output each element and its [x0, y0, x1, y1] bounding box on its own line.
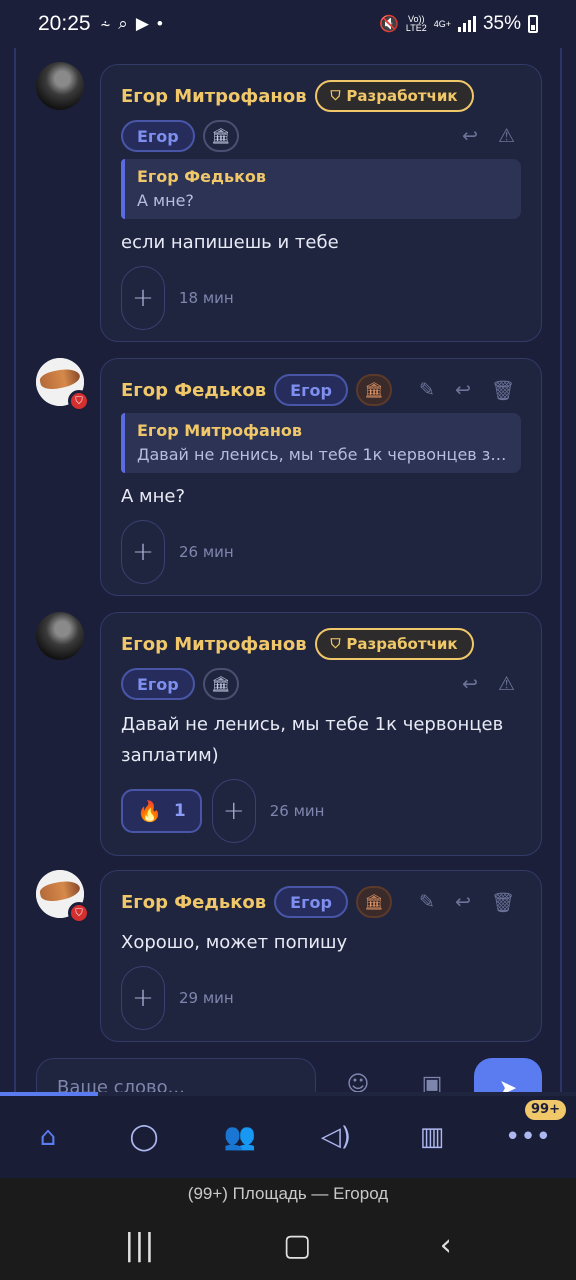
reply-icon[interactable]: ↩: [455, 379, 471, 401]
message-card: Егор Митрофанов ⛉ Разработчик Егор 🏛 ↩ ⚠ …: [100, 64, 542, 342]
report-icon[interactable]: ⚠: [498, 673, 515, 695]
reaction-count: 1: [173, 801, 186, 821]
battery-percent: 35%: [482, 13, 521, 34]
avatar[interactable]: ⛉: [36, 870, 90, 924]
message-time: 26 мин: [179, 543, 234, 561]
bank-icon[interactable]: 🏛: [202, 668, 239, 700]
status-time: 20:25: [38, 12, 91, 35]
nav-map[interactable]: ▥: [384, 1096, 480, 1178]
delete-icon[interactable]: 🗑: [491, 379, 515, 402]
author-name[interactable]: Егор Митрофанов: [121, 86, 307, 107]
report-icon[interactable]: ⚠: [498, 125, 515, 147]
nav-announcements[interactable]: ◁): [288, 1096, 384, 1178]
bank-icon[interactable]: 🏛: [202, 120, 239, 152]
add-reaction-button[interactable]: +: [121, 966, 165, 1030]
status-bar: 20:25 ⸞ ⌕ ▶ • 🔇 Vo)) LTE2 4G+ 35%: [0, 0, 576, 48]
author-name[interactable]: Егор Федьков: [121, 892, 266, 913]
add-reaction-button[interactable]: +: [121, 520, 165, 584]
chat-icon: ◯: [129, 1122, 159, 1152]
author-name[interactable]: Егор Федьков: [121, 380, 266, 401]
quoted-message[interactable]: Егор Митрофанов Давай не ленись, мы тебе…: [121, 413, 521, 473]
message-text: Хорошо, может попишу: [121, 932, 348, 953]
message-text: если напишешь и тебе: [121, 232, 339, 253]
reply-icon[interactable]: ↩: [462, 673, 478, 695]
nav-people[interactable]: 👥: [192, 1096, 288, 1178]
volte-indicator: Vo)) LTE2: [405, 14, 427, 33]
recent-apps-icon[interactable]: |||: [124, 1228, 154, 1263]
message-card: Егор Федьков Егор 🏛 ✎ ↩ 🗑 Хорошо, может …: [100, 870, 542, 1042]
quote-text: А мне?: [137, 191, 194, 210]
add-reaction-button[interactable]: +: [121, 266, 165, 330]
map-icon: ▥: [419, 1122, 445, 1152]
back-icon[interactable]: ‹: [440, 1228, 452, 1263]
battery-icon: [528, 15, 538, 33]
developer-badge: ⛉ Разработчик: [314, 80, 474, 112]
avatar[interactable]: [36, 612, 84, 660]
quoted-message[interactable]: Егор Федьков А мне?: [121, 159, 521, 219]
user-tag: Егор: [274, 374, 348, 406]
status-notification-icons: ⸞ ⌕ ▶ •: [101, 13, 163, 36]
more-icon: •••: [504, 1122, 551, 1152]
signal-icon: [457, 16, 476, 32]
author-name[interactable]: Егор Митрофанов: [121, 634, 307, 655]
edit-icon[interactable]: ✎: [419, 891, 435, 913]
edit-icon[interactable]: ✎: [419, 379, 435, 401]
nav-chat[interactable]: ◯: [96, 1096, 192, 1178]
home-button-icon[interactable]: ▢: [283, 1228, 311, 1263]
system-nav-bar: ||| ▢ ‹: [0, 1210, 576, 1280]
wifi-call-icon: ⸞: [100, 15, 111, 35]
message-time: 26 мин: [269, 802, 325, 820]
user-tag: Егор: [274, 886, 348, 918]
avatar[interactable]: ⛉: [36, 358, 90, 412]
message-time: 18 мин: [179, 289, 234, 307]
megaphone-icon: ◁): [320, 1122, 352, 1152]
add-reaction-button[interactable]: +: [211, 779, 256, 843]
search-icon: ⌕: [118, 14, 128, 33]
message-text: Давай не ленись, мы тебе 1к червонцев за…: [121, 714, 504, 766]
message-card: Егор Федьков Егор 🏛 ✎ ↩ 🗑 Егор Митрофано…: [100, 358, 542, 596]
app-title: (99+) Площадь — Егород: [0, 1178, 576, 1210]
shield-icon: ⛉: [330, 636, 341, 652]
message-card: Егор Митрофанов ⛉ Разработчик Егор 🏛 ↩ ⚠ …: [100, 612, 542, 856]
nav-home[interactable]: ⌂: [0, 1096, 96, 1178]
developer-badge: ⛉ Разработчик: [314, 628, 474, 660]
message-text: А мне?: [121, 486, 186, 507]
shield-badge-icon: ⛉: [68, 390, 90, 412]
delete-icon[interactable]: 🗑: [491, 891, 515, 914]
people-icon: 👥: [223, 1122, 257, 1152]
notification-badge: 99+: [525, 1100, 566, 1120]
message-time: 29 мин: [179, 989, 234, 1007]
quote-author: Егор Митрофанов: [137, 421, 302, 440]
reply-icon[interactable]: ↩: [462, 125, 478, 147]
reply-icon[interactable]: ↩: [455, 891, 471, 913]
youtube-icon: ▶: [135, 14, 149, 33]
shield-badge-icon: ⛉: [68, 902, 90, 924]
bottom-nav: ⌂ ◯ 👥 ◁) ▥ ••• 99+: [0, 1096, 576, 1178]
net-gen-indicator: 4G+: [433, 18, 451, 29]
avatar[interactable]: [36, 62, 84, 110]
nav-more[interactable]: ••• 99+: [480, 1096, 576, 1178]
status-right-icons: 🔇 Vo)) LTE2 4G+ 35%: [379, 13, 538, 35]
user-tag: Егор: [121, 668, 195, 700]
message-feed[interactable]: Егор Митрофанов ⛉ Разработчик Егор 🏛 ↩ ⚠ …: [14, 30, 562, 1100]
fire-icon: 🔥: [137, 799, 162, 823]
quote-author: Егор Федьков: [137, 167, 267, 186]
mute-icon: 🔇: [378, 16, 399, 33]
quote-text: Давай не ленись, мы тебе 1к червонцев за…: [137, 445, 509, 464]
dot-icon: •: [156, 14, 163, 33]
bank-icon[interactable]: 🏛: [355, 886, 392, 918]
bank-icon[interactable]: 🏛: [355, 374, 392, 406]
home-icon: ⌂: [39, 1122, 57, 1152]
user-tag: Егор: [121, 120, 195, 152]
shield-icon: ⛉: [330, 88, 341, 104]
reaction-chip[interactable]: 🔥 1: [121, 789, 202, 833]
